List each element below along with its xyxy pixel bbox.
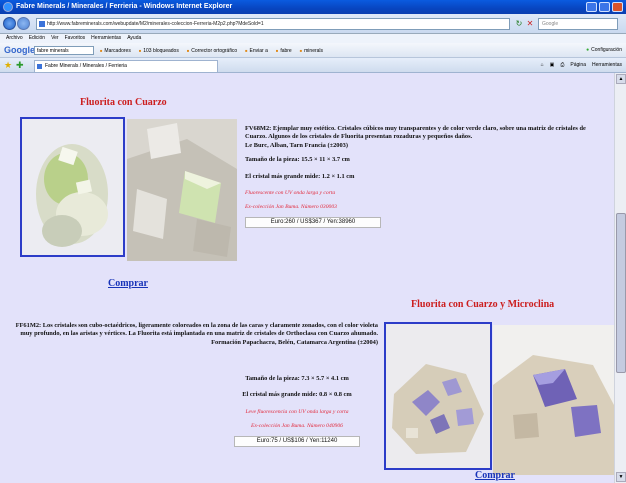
forward-button[interactable] <box>17 17 30 30</box>
specimen-2-crystal-size: El cristal más grande mide: 0.8 × 0.8 cm <box>242 391 352 399</box>
specimen-1-provenance: Ex-colección Jan Buma. Número 030003 <box>245 204 337 211</box>
scroll-up-icon[interactable]: ▲ <box>616 74 626 84</box>
maximize-button[interactable] <box>599 2 610 12</box>
specimen-2-title: Fluorita con Cuarzo y Microclina <box>411 299 555 310</box>
close-button[interactable] <box>612 2 623 12</box>
specimen-2-description: FF61M2: Los cristales son cubo-octaédric… <box>8 322 378 352</box>
tab-bar: ★ ✚ Fabre Minerals / Minerales / Ferrier… <box>0 58 626 73</box>
specimen-2-buy-link[interactable]: Comprar <box>475 470 515 481</box>
google-search-input[interactable]: fabre minerals <box>34 46 94 55</box>
menu-favoritos[interactable]: Favoritos <box>65 34 86 43</box>
specimen-2-size: Tamaño de la pieza: 7.3 × 5.7 × 4.1 cm <box>245 375 349 382</box>
specimen-1-buy-link[interactable]: Comprar <box>108 278 148 289</box>
toolbar-spellcheck[interactable]: Corrector ortográfico <box>187 43 237 57</box>
specimen-1-fluorescence: Fluorescente con UV onda larga y corta <box>245 190 336 197</box>
window-title: Fabre Minerals / Minerales / Ferrieria -… <box>16 3 233 10</box>
menu-ver[interactable]: Ver <box>51 34 59 43</box>
menu-herramientas[interactable]: Herramientas <box>91 34 121 43</box>
menu-edicion[interactable]: Edición <box>29 34 45 43</box>
menu-bar: Archivo Edición Ver Favoritos Herramient… <box>0 34 626 43</box>
specimen-2-closeup-photo[interactable] <box>493 325 614 475</box>
search-input[interactable]: Google <box>538 18 618 30</box>
address-bar: http://www.fabreminerals.com/webupdate/M… <box>0 14 626 34</box>
vertical-scrollbar[interactable]: ▲ ▼ <box>614 73 626 483</box>
minimize-button[interactable] <box>586 2 597 12</box>
google-toolbar: Google fabre minerals Marcadores 103 blo… <box>0 43 626 58</box>
window-title-bar: Fabre Minerals / Minerales / Ferrieria -… <box>0 0 626 14</box>
stop-icon[interactable]: ✕ <box>525 18 535 29</box>
tools-menu[interactable]: Herramientas <box>592 58 622 73</box>
toolbar-bookmarks[interactable]: Marcadores <box>100 43 130 57</box>
google-logo: Google <box>4 45 35 55</box>
specimen-2-details: Tamaño de la pieza: 7.3 × 5.7 × 4.1 cm E… <box>218 375 376 447</box>
url-text: http://www.fabreminerals.com/webupdate/M… <box>47 21 264 27</box>
toolbar-highlight-minerals[interactable]: minerals <box>300 43 323 57</box>
page-content: Fluorita con Cuarzo FV68M2: Ejemplar muy… <box>0 73 614 483</box>
specimen-2-price: Euro:75 / US$106 / Yen:11240 <box>234 435 360 447</box>
url-field[interactable]: http://www.fabreminerals.com/webupdate/M… <box>36 18 510 30</box>
toolbar-highlight-fabre[interactable]: fabre <box>276 43 291 57</box>
specimen-2-locality: Formación Papachacra, Belén, Catamarca A… <box>211 338 378 346</box>
tab-fabre-minerals[interactable]: Fabre Minerals / Minerales / Ferrieria <box>34 60 218 72</box>
toolbar-popups-blocked[interactable]: 103 bloqueados <box>139 43 179 57</box>
print-icon[interactable]: ⎙ <box>560 58 564 73</box>
specimen-1-price: Euro:260 / US$367 / Yen:38960 <box>245 216 381 228</box>
specimen-2-provenance: Ex-colección Jan Buma. Número 040906 <box>251 423 343 430</box>
feeds-icon[interactable]: ▣ <box>550 58 555 73</box>
specimen-1-crystal-size: El cristal más grande mide: 1.2 × 1.1 cm <box>245 172 355 180</box>
specimen-2-fluorescence: Leve fluorescencia con UV onda larga y c… <box>245 408 349 415</box>
toolbar-settings[interactable]: Configuración <box>586 43 622 57</box>
specimen-1-description: FV68M2: Ejemplar muy estético. Cristales… <box>245 125 607 228</box>
page-menu[interactable]: Página <box>570 58 586 73</box>
back-button[interactable] <box>3 17 16 30</box>
page-icon <box>39 21 45 27</box>
specimen-2-summary: FF61M2: Los cristales son cubo-octaédric… <box>15 322 378 338</box>
specimen-1-summary: FV68M2: Ejemplar muy estético. Cristales… <box>245 125 586 141</box>
refresh-icon[interactable]: ↻ <box>514 18 524 29</box>
specimen-2-photo[interactable] <box>384 322 492 470</box>
menu-archivo[interactable]: Archivo <box>6 34 23 43</box>
specimen-1-size: Tamaño de la pieza: 15.5 × 11 × 3.7 cm <box>245 156 350 164</box>
menu-ayuda[interactable]: Ayuda <box>127 34 141 43</box>
specimen-1-photo[interactable] <box>20 117 125 257</box>
ie-logo-icon <box>3 2 13 12</box>
specimen-1-title: Fluorita con Cuarzo <box>80 97 167 108</box>
scroll-down-icon[interactable]: ▼ <box>616 472 626 482</box>
scroll-thumb[interactable] <box>616 213 626 373</box>
specimen-1-closeup-photo[interactable] <box>127 119 237 261</box>
specimen-1-locality: Le Burc, Alban, Tarn Francia (±2003) <box>245 141 348 149</box>
toolbar-send-to[interactable]: Enviar a <box>245 43 268 57</box>
add-favorite-icon[interactable]: ✚ <box>16 60 24 71</box>
favorites-star-icon[interactable]: ★ <box>4 60 12 71</box>
home-icon[interactable]: ⌂ <box>541 58 544 73</box>
